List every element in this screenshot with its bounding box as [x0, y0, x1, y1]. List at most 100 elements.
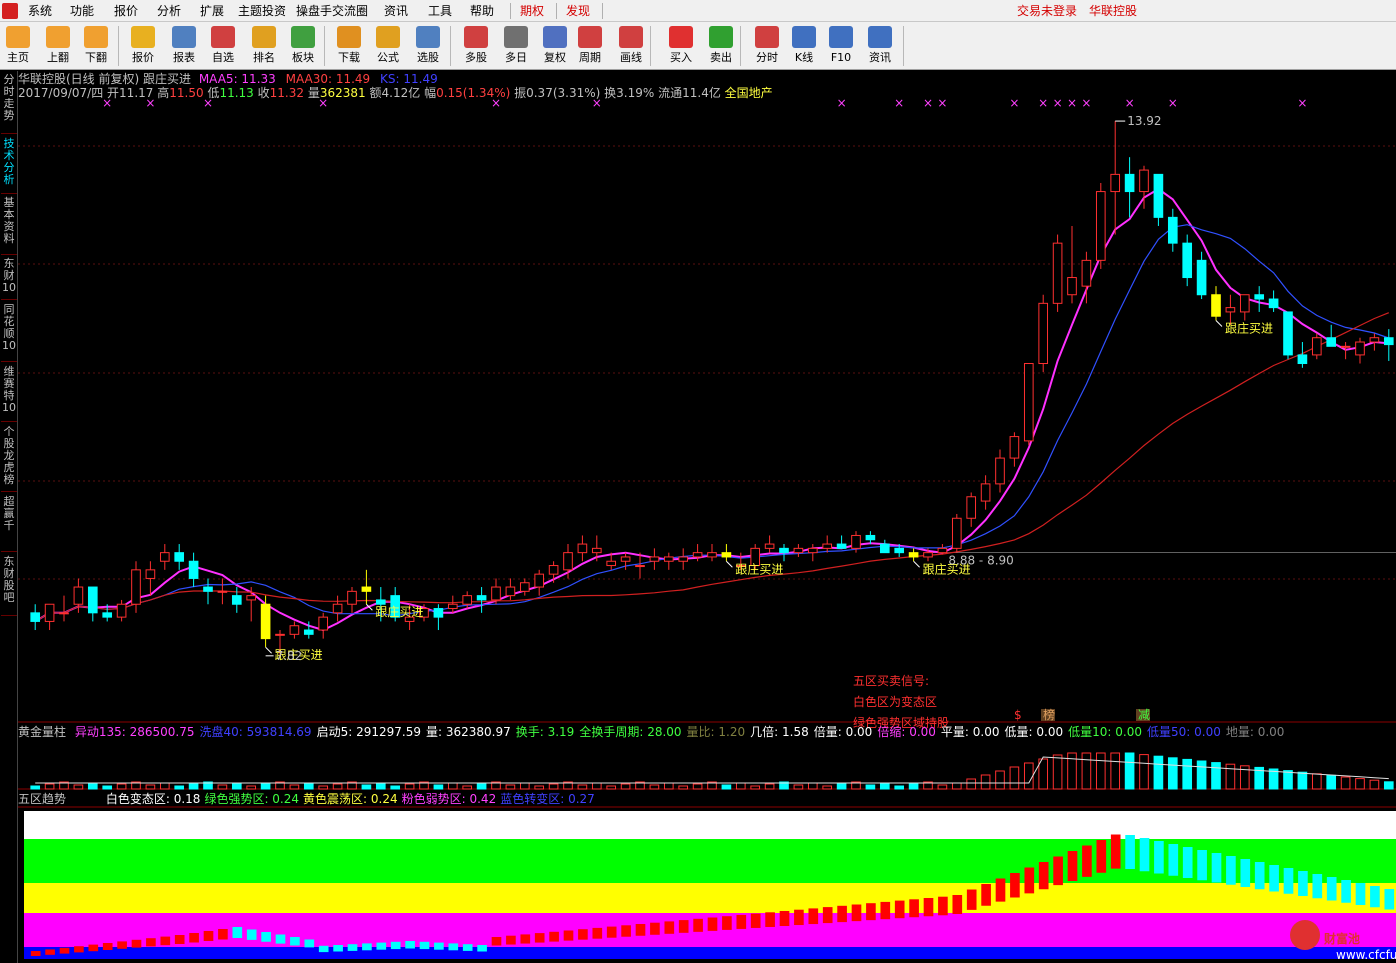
volume-indicator-value: 593814.69: [242, 725, 312, 739]
menu-system[interactable]: 系统: [28, 3, 52, 19]
toolbar-report-button[interactable]: 报表: [166, 25, 202, 69]
volume-indicator-label: 倍缩:: [877, 725, 906, 739]
side-tab-3[interactable]: 东财10: [1, 258, 17, 300]
timeshare-icon: [755, 26, 779, 48]
clock-icon: [504, 26, 528, 48]
toolbar-formula-button[interactable]: 公式: [370, 25, 406, 69]
chart-header: 华联控股(日线 前复权) 跟庄买进 MAA5: 11.33 MAA30: 11.…: [18, 72, 438, 86]
toolbar-sell-button[interactable]: 卖出: [703, 25, 739, 69]
candle-body: [1326, 337, 1337, 347]
f8-icon: [578, 26, 602, 48]
toolbar-yuan-button[interactable]: 报价: [125, 25, 161, 69]
candle-body: [1095, 191, 1106, 261]
toolbar-button-label: 板块: [292, 51, 314, 64]
zone-trend-bar: [664, 921, 675, 934]
toolbar-button-label: 主页: [7, 51, 29, 64]
candle-body: [793, 547, 804, 554]
side-tab-7[interactable]: 超赢千: [1, 496, 17, 552]
candle-body: [188, 560, 199, 579]
toolbar-grid-button[interactable]: 板块: [285, 25, 321, 69]
candle-body: [203, 586, 213, 592]
volume-bar: [577, 784, 588, 790]
toolbar-f8-button[interactable]: 周期: [572, 25, 608, 69]
toolbar-draw-line-button[interactable]: 画线: [613, 25, 649, 69]
zone-trend-bar: [275, 934, 286, 944]
zone-trend-bar: [578, 929, 588, 940]
zone-trend-bar: [462, 944, 473, 951]
volume-bar: [519, 782, 530, 790]
volume-panel-header: 黄金量柱 异动135: 286500.75 洗盘40: 593814.69 启动5:…: [18, 725, 1284, 739]
signal-x-marker: ×: [837, 96, 847, 110]
side-tab-6[interactable]: 个股龙虎榜: [1, 426, 17, 492]
quote-close: 11.32: [269, 86, 305, 100]
side-tab-2[interactable]: 基本资料: [1, 197, 17, 255]
volume-bar: [692, 783, 703, 790]
zone-trend-bar: [146, 938, 156, 947]
candle-body: [649, 556, 660, 562]
menu-options[interactable]: 期权: [520, 3, 544, 19]
toolbar-multi-stock-button[interactable]: 多股: [458, 25, 494, 69]
toolbar-clock-button[interactable]: 多日: [498, 25, 534, 69]
side-tab-4[interactable]: 同花顺10: [1, 304, 17, 362]
toolbar-rank-button[interactable]: 排名: [246, 25, 282, 69]
toolbar-download-button[interactable]: 下载: [331, 25, 367, 69]
toolbar-kline-button[interactable]: K线: [786, 25, 822, 69]
volume-bar: [750, 785, 761, 790]
menu-analysis[interactable]: 分析: [157, 3, 181, 19]
candle-body: [894, 547, 905, 554]
toolbar-button-label: 分时: [756, 51, 778, 64]
toolbar-buy-button[interactable]: 买入: [663, 25, 699, 69]
menu-discover[interactable]: 发现: [566, 3, 590, 19]
toolbar-home-button[interactable]: 主页: [0, 25, 36, 69]
toolbar-timeshare-button[interactable]: 分时: [749, 25, 785, 69]
menu-theme-invest[interactable]: 主题投资: [238, 3, 286, 19]
toolbar-f10-button[interactable]: F10: [823, 25, 859, 69]
chart-title: 华联控股(日线 前复权) 跟庄买进: [18, 72, 191, 86]
zone-trend-bar: [506, 935, 516, 945]
volume-bar: [1369, 779, 1380, 790]
chart-area[interactable]: × × × × × × × × × × × × × × × × × × 跟庄买进 跟庄买进 跟庄买进 跟庄买进 跟庄买进 13…: [18, 71, 1396, 963]
volume-bar: [1225, 763, 1236, 790]
candle-body: [260, 603, 271, 640]
zone-trend-bar: [707, 917, 718, 931]
zone-trend-bar: [1110, 834, 1121, 869]
menu-tools[interactable]: 工具: [428, 3, 452, 19]
quote-sector[interactable]: 全国地产: [725, 86, 773, 100]
side-tab-1[interactable]: 技术分析: [1, 138, 17, 194]
zone-trend-bar: [678, 920, 689, 933]
toolbar-separator: [324, 26, 325, 66]
menu-quote[interactable]: 报价: [114, 3, 138, 19]
toolbar-arrow-up-button[interactable]: 上翻: [40, 25, 76, 69]
quote-low: 11.13: [219, 86, 254, 100]
multi-stock-icon: [464, 26, 488, 48]
toolbar-button-label: 资讯: [869, 51, 891, 64]
candle-body: [1239, 294, 1250, 313]
toolbar-f6-button[interactable]: 自选: [205, 25, 241, 69]
menu-help[interactable]: 帮助: [470, 3, 494, 19]
menu-news[interactable]: 资讯: [384, 3, 408, 19]
side-tab-5[interactable]: 维赛特10: [1, 366, 17, 422]
candle-body: [116, 603, 127, 618]
candle-body: [606, 560, 617, 567]
candle-body: [1067, 277, 1077, 296]
volume-bar: [1383, 781, 1394, 790]
side-tab-0[interactable]: 分时走势: [1, 74, 17, 134]
candle-body: [361, 586, 372, 592]
watermark-url: www.cfcfu.com: [1336, 948, 1396, 962]
kline-chart-svg[interactable]: × × × × × × × × × × × × × × × × × ×跟庄买进跟庄买进跟庄买进 跟庄买进跟庄买进13…: [18, 71, 1396, 963]
quote-high: 11.50: [169, 86, 204, 100]
candle-body: [951, 517, 962, 549]
trade-login-status[interactable]: 交易未登录: [1017, 3, 1077, 19]
toolbar-restore-button[interactable]: 复权: [537, 25, 573, 69]
menu-trader-circle[interactable]: 操盘手交流圈: [296, 3, 368, 19]
menu-function[interactable]: 功能: [70, 3, 94, 19]
volume-bar: [332, 783, 343, 790]
zone-trend-bar: [1024, 867, 1035, 894]
toolbar-arrow-down-button[interactable]: 下翻: [78, 25, 114, 69]
toolbar-select-stock-button[interactable]: 选股: [410, 25, 446, 69]
menu-extend[interactable]: 扩展: [200, 3, 224, 19]
signal-x-marker: ×: [1038, 96, 1048, 110]
side-tab-8[interactable]: 东财股吧: [1, 556, 17, 616]
signal-x-marker: ×: [923, 96, 933, 110]
toolbar-news-button[interactable]: 资讯: [862, 25, 898, 69]
